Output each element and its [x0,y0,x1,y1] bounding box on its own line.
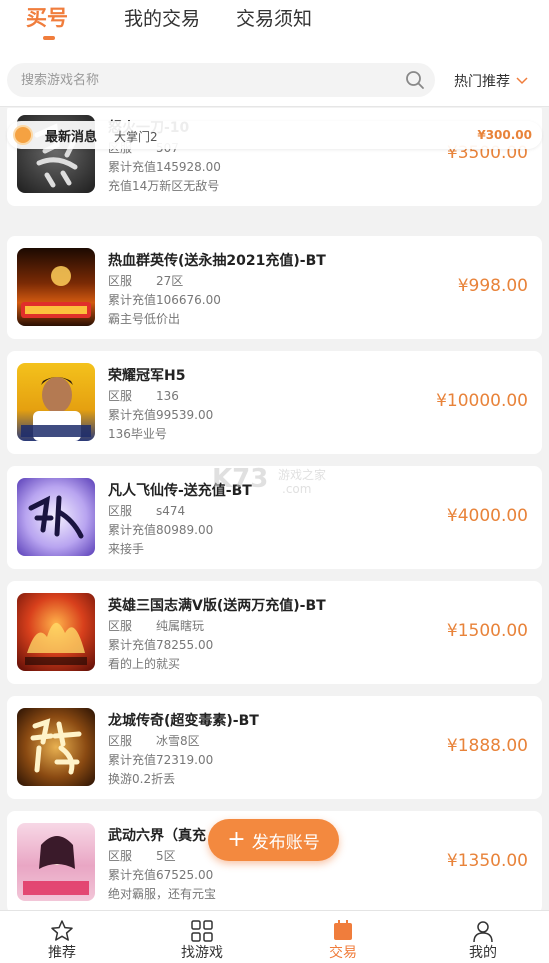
listing-recharge: 累计充值80989.00 [108,523,214,537]
site-watermark: K73 游戏之家 .com [212,462,342,502]
tab-buy-account[interactable]: 买号 [26,2,68,32]
bottom-nav: 推荐 找游戏 交易 我的 [0,910,549,963]
listing-description: 充值14万新区无敌号 [108,179,220,193]
game-thumbnail [17,363,95,441]
listing-description: 绝对霸服，还有元宝 [108,887,217,901]
tab-my-trades[interactable]: 我的交易 [124,4,200,31]
listing-title: 英雄三国志满V版(送两万充值)-BT [108,598,326,614]
listing-price: ¥1350.00 [446,851,528,871]
tab-trade-notice[interactable]: 交易须知 [236,4,312,31]
listing-recharge: 累计充值78255.00 [108,638,214,652]
news-title: 最新消息 [45,130,98,145]
news-text: 大掌门2 [114,130,158,144]
active-tab-indicator [43,36,55,40]
top-tabs: 买号 我的交易 交易须知 [0,0,549,55]
listing-list: 怒火一刀-10 区服507 累计充值145928.00 充值14万新区无敌号 ¥… [0,108,549,910]
listing-price: ¥1500.00 [446,621,528,641]
publish-label: 发布账号 [251,832,320,853]
listing-price: ¥10000.00 [436,391,528,411]
game-thumbnail [17,708,95,786]
nav-label: 我的 [469,945,497,961]
listing-title: 龙城传奇(超变毒素)-BT [108,713,259,729]
search-input[interactable] [21,63,391,97]
nav-mine[interactable]: 我的 [443,911,523,963]
plus-icon: + [227,827,246,852]
trade-icon [334,920,352,940]
listing-title: 热血群英传(送永抽2021充值)-BT [108,253,326,269]
news-ticker[interactable]: 最新消息 大掌门2 ¥300.00 [7,121,542,149]
listing-title: 荣耀冠军H5 [108,368,186,384]
chevron-down-icon [516,77,528,85]
megaphone-icon [13,125,33,145]
listing-price: ¥1888.00 [446,736,528,756]
watermark-sub: 游戏之家 [278,468,327,482]
game-thumbnail [17,593,95,671]
listing-card[interactable]: 热血群英传(送永抽2021充值)-BT 区服 27区 累计充值106676.00 … [7,236,542,339]
listing-recharge: 累计充值99539.00 [108,408,214,422]
nav-label: 推荐 [48,945,76,961]
game-thumbnail [17,248,95,326]
listing-server: 区服 136 [108,389,179,403]
listing-recharge: 累计充值67525.00 [108,868,214,882]
listing-description: 换游0.2折丢 [108,772,176,786]
listing-recharge: 累计充值106676.00 [108,293,221,307]
news-price: ¥300.00 [477,128,532,142]
listing-recharge: 累计充值145928.00 [108,160,221,174]
search-box [7,63,435,97]
search-icon[interactable] [405,70,425,90]
listing-price: ¥998.00 [457,276,528,296]
search-row: 热门推荐 [0,55,549,107]
game-thumbnail [17,823,95,901]
listing-server: 区服 5区 [108,849,176,863]
sort-dropdown[interactable]: 热门推荐 [454,71,528,91]
nav-recommend[interactable]: 推荐 [22,911,102,963]
listing-description: 136毕业号 [108,427,167,441]
listing-server: 区服 s474 [108,504,186,518]
nav-label: 找游戏 [181,945,223,961]
sort-label: 热门推荐 [454,74,510,90]
nav-label: 交易 [329,945,357,961]
listing-card[interactable]: 荣耀冠军H5 区服 136 累计充值99539.00 136毕业号 ¥10000.… [7,351,542,454]
star-icon [51,920,73,941]
listing-description: 看的上的就买 [108,657,181,671]
publish-account-button[interactable]: + 发布账号 [208,819,339,861]
game-thumbnail [17,478,95,556]
listing-description: 霸主号低价出 [108,312,181,326]
nav-trade[interactable]: 交易 [303,911,383,963]
listing-card[interactable]: 龙城传奇(超变毒素)-BT 区服 冰雪8区 累计充值72319.00 换游0.2折… [7,696,542,799]
watermark-domain: .com [282,482,312,496]
listing-recharge: 累计充值72319.00 [108,753,214,767]
listing-card[interactable]: 英雄三国志满V版(送两万充值)-BT 区服 纯属瞎玩 累计充值78255.00 看… [7,581,542,684]
watermark-logo: K73 [212,464,269,494]
nav-find-game[interactable]: 找游戏 [162,911,242,963]
listing-server: 区服 冰雪8区 [108,734,200,748]
listing-title: 武动六界（真充 [108,828,206,844]
listing-server: 区服 27区 [108,274,184,288]
user-icon [473,921,493,943]
grid-icon [191,920,213,942]
listing-price: ¥4000.00 [446,506,528,526]
listing-description: 来接手 [108,542,145,556]
listing-server: 区服 纯属瞎玩 [108,619,205,633]
